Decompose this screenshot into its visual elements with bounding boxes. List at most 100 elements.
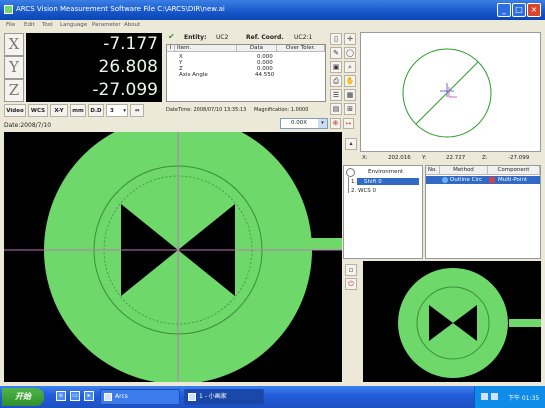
column-header-item: Item. [175,45,237,52]
coord-z-value: -27.099 [508,155,530,161]
print-icon[interactable]: ⎙ [330,75,342,87]
magnification-value: 1.0000 [290,107,309,113]
app-icon [104,393,112,401]
arrow-icon[interactable]: ↦ [343,118,354,129]
video-button[interactable]: Video [4,104,26,117]
zoom-icon[interactable]: ⊕ [330,118,341,129]
circle-icon [442,177,448,183]
magnification-label: Magnification: [253,107,290,113]
chevron-down-icon: ▾ [318,119,327,128]
menu-tool[interactable]: Tool [42,22,53,28]
secondary-video-view[interactable] [363,261,541,382]
tree-item-index: 2. [351,188,357,194]
dro-y-row: Y 26.808 [4,56,162,79]
coord-z-label: Z: [482,155,488,161]
network-icon[interactable] [481,393,488,400]
layer-icon[interactable]: ▫ [345,264,357,276]
dro-z-row: Z -27.099 [4,79,162,102]
calculator-icon[interactable]: ▦ [344,89,356,101]
hand-icon[interactable]: ✋ [344,75,356,87]
volume-icon[interactable] [491,393,498,400]
coord-x-value: 202.016 [388,155,411,161]
dro-y-label[interactable]: Y [4,56,24,79]
tree-root-icon [346,168,355,177]
preview-panel[interactable] [360,32,541,152]
dro-x-label[interactable]: X [4,33,24,56]
unit-mm-button[interactable]: mm [70,104,86,117]
menu-about[interactable]: About [124,22,140,28]
menu-language[interactable]: Language [60,22,87,28]
column-header-no: No. [426,166,440,175]
link-icon[interactable]: ⇔ [130,104,144,117]
column-header-data: Data [237,45,277,52]
new-icon[interactable]: ▯ [330,33,342,45]
column-header-method: Method [440,166,488,175]
window-title: ARCS Vision Measurement Software File C:… [16,5,225,13]
start-button[interactable]: 开始 [2,388,44,406]
tree-connector [348,177,349,193]
ref-coord-value: UC2:1 [294,34,313,41]
main-video-view[interactable] [4,132,342,382]
search-icon[interactable]: ⌕ [344,61,356,73]
feature-table: No. Method Component Outline Circ Multi-… [425,165,541,259]
close-button[interactable]: × [527,3,541,17]
menu-bar: File Edit Tool Language Parameter About [0,20,545,31]
dro-z-label[interactable]: Z [4,79,24,102]
task-arcs[interactable]: Arcs [100,389,180,405]
power-icon[interactable]: ⏻ [345,278,357,290]
title-bar: ARCS Vision Measurement Software File C:… [0,0,545,20]
entity-label: Entity: [184,34,207,41]
column-header-over-tolerance: Over Toler. [277,45,325,52]
paint-icon [188,393,196,401]
chevron-down-icon: ▾ [123,108,126,114]
entity-row-item: Axis Angle [179,72,208,78]
datetime-value: 2008/07/10 13:35:13 [193,107,247,113]
measure-icon[interactable]: ⊞ [344,103,356,115]
column-header-index: I [167,45,175,52]
magnification-select-value: 0.00X [291,120,308,126]
part-tab-bottom [170,374,188,382]
circle-icon[interactable]: ◯ [344,47,356,59]
maximize-button[interactable]: □ [512,3,526,17]
task-paint[interactable]: 1 - 小画家 [184,389,264,405]
column-header-component: Component [488,166,540,175]
secondary-video-image [398,268,541,378]
media-icon[interactable]: ▸ [84,391,94,401]
target-icon[interactable]: ✛ [344,33,356,45]
collapse-icon[interactable]: ▴ [345,138,357,150]
entity-value: UC2 [216,34,229,41]
ref-coord-label: Ref. Coord. [246,34,284,41]
digits-select-value: 3 [110,108,114,114]
preview-drawing [402,48,492,138]
image-icon[interactable]: ▤ [330,103,342,115]
menu-edit[interactable]: Edit [24,22,35,28]
table-row[interactable]: Outline Circ Multi-Point [426,176,540,184]
report-icon[interactable]: ☰ [330,89,342,101]
tree-item-index: 1. [351,179,357,185]
minimize-button[interactable]: _ [497,3,511,17]
coord-x-label: X: [362,155,368,161]
magnification-select[interactable]: 0.00X ▾ [280,118,328,129]
angle-format-button[interactable]: D.D [88,104,104,117]
menu-file[interactable]: File [6,22,15,28]
desktop-icon[interactable]: ▭ [70,391,80,401]
dro-x-row: X -7.177 [4,33,162,56]
tree-item-shift[interactable]: Shift 0 [364,179,382,185]
coord-y-value: 22.727 [446,155,466,161]
browser-icon[interactable]: e [56,391,66,401]
datetime-label: DateTime: [166,107,192,113]
app-window: ARCS Vision Measurement Software File C:… [0,0,545,408]
wcs-button[interactable]: WCS [28,104,48,117]
entity-info: DateTime: 2008/07/10 13:35:13 Magnificat… [166,107,326,117]
coordinate-bar: X: 202.016 Y: 22.727 Z: -27.099 [360,153,541,164]
entity-header: ✔ Entity: UC2 Ref. Coord. UC2:1 [166,32,326,43]
tree-item-wcs[interactable]: WCS 0 [358,188,376,194]
digits-select[interactable]: 3 ▾ [106,104,128,117]
save-icon[interactable]: ▣ [330,61,342,73]
taskbar: 开始 e ▭ ▸ Arcs 1 - 小画家 下午 01:35 [0,386,545,408]
task-label: 1 - 小画家 [199,393,227,400]
xy-plane-button[interactable]: X-Y [50,104,68,117]
menu-parameter[interactable]: Parameter [92,22,121,28]
edit-icon[interactable]: ✎ [330,47,342,59]
part-tab-right [509,319,541,327]
